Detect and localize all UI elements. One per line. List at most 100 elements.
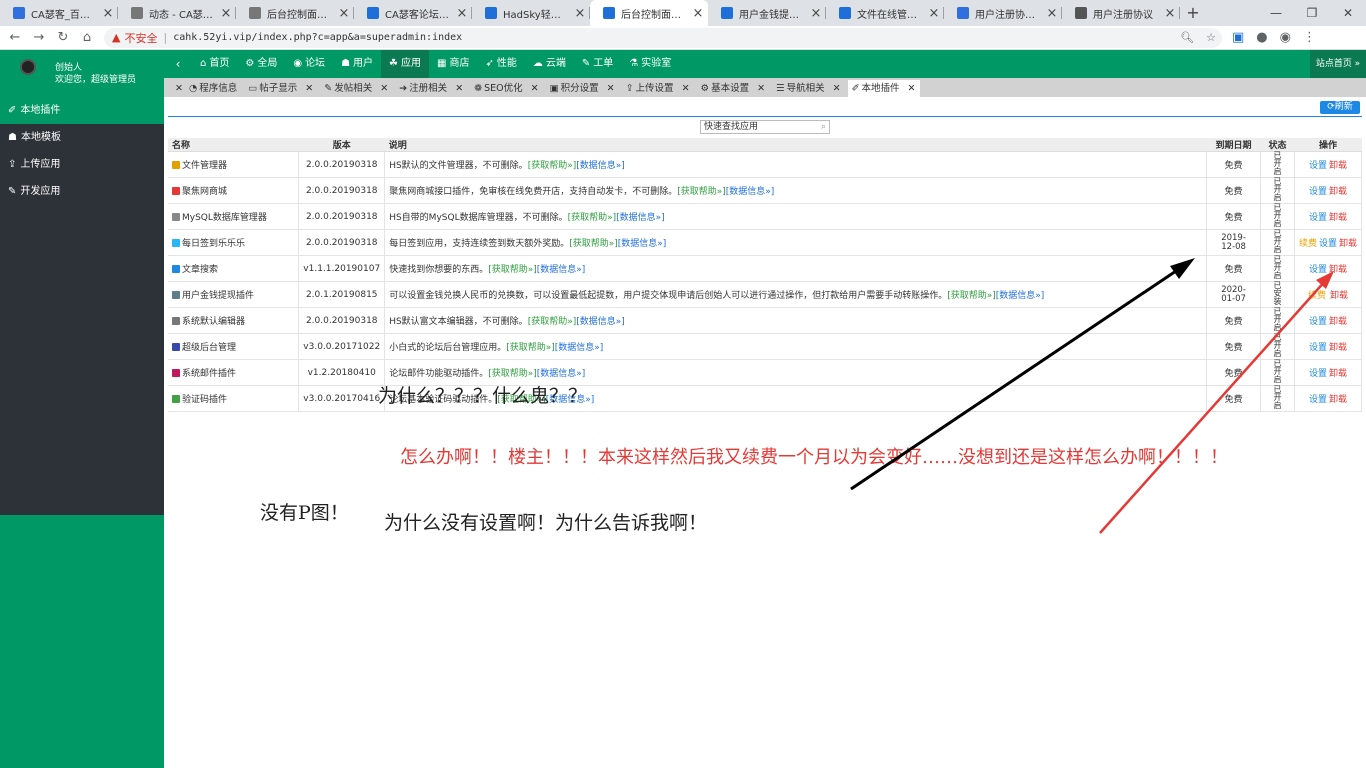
sub-tab-close-icon[interactable]: ✕ <box>682 83 690 94</box>
info-link[interactable]: [数据信息»] <box>616 213 665 223</box>
sub-tab[interactable]: ⚙ 基本设置 ✕ <box>697 80 770 97</box>
back-icon[interactable]: ← <box>6 30 24 45</box>
new-tab-button[interactable]: + <box>1180 0 1206 26</box>
info-link[interactable]: [数据信息»] <box>726 187 775 197</box>
tab-close-icon[interactable]: × <box>570 6 590 21</box>
uninstall-link[interactable]: 卸载 <box>1329 187 1347 197</box>
sub-tab-close-icon[interactable]: ✕ <box>380 83 388 94</box>
forward-icon[interactable]: → <box>30 30 48 45</box>
extension-icon[interactable]: ● <box>1256 30 1267 45</box>
uninstall-link[interactable]: 卸载 <box>1339 239 1357 249</box>
menu-icon[interactable]: ⋮ <box>1303 30 1316 45</box>
sub-tab[interactable]: ❁ SEO优化 ✕ <box>470 80 542 97</box>
search-icon[interactable]: ⌕ <box>821 121 826 133</box>
tab-close-icon[interactable]: × <box>806 6 826 21</box>
browser-tab[interactable]: 文件在线管理器 -× <box>826 0 944 26</box>
uninstall-link[interactable]: 卸载 <box>1329 213 1347 223</box>
top-nav-item[interactable]: ⌂ 首页 <box>192 50 237 78</box>
sub-tab-close-icon[interactable]: ✕ <box>305 83 313 94</box>
sidebar-item[interactable]: ✐ 本地插件 <box>0 97 164 124</box>
browser-tab[interactable]: 动态 - CA瑟客 - P× <box>118 0 236 26</box>
settings-link[interactable]: 设置 <box>1309 317 1327 327</box>
info-link[interactable]: [数据信息»] <box>618 239 667 249</box>
sub-tab-close-icon[interactable]: ✕ <box>455 83 463 94</box>
uninstall-link[interactable]: 卸载 <box>1329 161 1347 171</box>
help-link[interactable]: [获取帮助»] <box>947 291 996 301</box>
browser-tab[interactable]: 后台控制面板 - Po× <box>590 0 708 26</box>
top-nav-item[interactable]: ☗ 用户 <box>333 50 381 78</box>
top-nav-item[interactable]: ⚗ 实验室 <box>621 50 679 78</box>
uninstall-link[interactable]: 卸载 <box>1329 343 1347 353</box>
zoom-icon[interactable]: 🔍︎ <box>1180 31 1194 44</box>
top-nav-item[interactable]: ☘ 应用 <box>381 50 429 78</box>
tab-close-icon[interactable]: × <box>1042 6 1062 21</box>
tab-close-icon[interactable]: × <box>1160 6 1180 21</box>
help-link[interactable]: [获取帮助»] <box>569 239 618 249</box>
tab-close-icon[interactable]: × <box>334 6 354 21</box>
url-text[interactable]: cahk.52yi.vip/index.php?c=app&a=superadm… <box>173 32 462 43</box>
sidebar-item[interactable]: ✎ 开发应用 <box>0 178 164 205</box>
help-link[interactable]: [获取帮助»] <box>506 343 555 353</box>
browser-tab[interactable]: CA瑟客_百度搜索× <box>0 0 118 26</box>
site-home-button[interactable]: 站点首页 » <box>1310 50 1366 78</box>
sub-tab[interactable]: ➔ 注册相关 ✕ <box>395 80 467 97</box>
help-link[interactable]: [获取帮助»] <box>488 369 537 379</box>
translate-extension-icon[interactable]: ▣ <box>1232 30 1244 45</box>
settings-link[interactable]: 设置 <box>1319 239 1337 249</box>
info-link[interactable]: [数据信息»] <box>555 343 604 353</box>
info-link[interactable]: [数据信息»] <box>537 265 586 275</box>
restore-icon[interactable]: ❐ <box>1294 0 1330 26</box>
bookmark-star-icon[interactable]: ☆ <box>1206 31 1216 44</box>
top-nav-item[interactable]: ⚙ 全局 <box>237 50 285 78</box>
tab-close-icon[interactable]: × <box>688 6 708 21</box>
info-link[interactable]: [数据信息»] <box>576 161 625 171</box>
sub-tab-close-icon[interactable]: ✕ <box>607 83 615 94</box>
top-nav-item[interactable]: ☁ 云端 <box>525 50 574 78</box>
top-nav-item[interactable]: ◉ 论坛 <box>285 50 333 78</box>
sub-tab[interactable]: ▣ 积分设置 ✕ <box>546 80 619 97</box>
help-link[interactable]: [获取帮助»] <box>677 187 726 197</box>
top-nav-item[interactable]: ➶ 性能 <box>477 50 524 78</box>
tab-close-icon[interactable]: × <box>98 6 118 21</box>
sidebar-item[interactable]: ☗ 本地模板 <box>0 124 164 151</box>
sub-tab[interactable]: ✐ 本地插件 ✕ <box>847 80 920 97</box>
tab-close-icon[interactable]: × <box>924 6 944 21</box>
home-icon[interactable]: ⌂ <box>78 30 96 45</box>
info-link[interactable]: [数据信息»] <box>996 291 1045 301</box>
renew-link[interactable]: 续费 <box>1308 291 1326 301</box>
avatar[interactable] <box>20 59 36 75</box>
reload-icon[interactable]: ↻ <box>54 30 72 45</box>
uninstall-link[interactable]: 卸载 <box>1329 395 1347 405</box>
settings-link[interactable]: 设置 <box>1309 369 1327 379</box>
renew-link[interactable]: 续费 <box>1299 239 1317 249</box>
profile-icon[interactable]: ◉ <box>1280 30 1291 45</box>
minimize-icon[interactable]: — <box>1258 0 1294 26</box>
browser-tab[interactable]: HadSky轻论坛官方网× <box>472 0 590 26</box>
sidebar-item[interactable]: ⇪ 上传应用 <box>0 151 164 178</box>
settings-link[interactable]: 设置 <box>1309 213 1327 223</box>
info-link[interactable]: [数据信息»] <box>576 317 625 327</box>
top-nav-item[interactable]: ✎ 工单 <box>574 50 621 78</box>
not-secure-label[interactable]: 不安全 <box>124 30 157 46</box>
uninstall-link[interactable]: 卸载 <box>1329 265 1347 275</box>
help-link[interactable]: [获取帮助»] <box>528 161 577 171</box>
info-link[interactable]: [数据信息»] <box>537 369 586 379</box>
sub-tab[interactable]: ✎ 发帖相关 ✕ <box>320 80 392 97</box>
tab-close-icon[interactable]: × <box>216 6 236 21</box>
uninstall-link[interactable]: 卸载 <box>1330 291 1348 301</box>
sub-tab-close-icon[interactable]: ✕ <box>908 83 916 94</box>
settings-link[interactable]: 设置 <box>1309 395 1327 405</box>
help-link[interactable]: [获取帮助»] <box>488 265 537 275</box>
sub-tab-close-icon[interactable]: ✕ <box>175 83 183 94</box>
browser-tab[interactable]: 用户金钱提现插件× <box>708 0 826 26</box>
help-link[interactable]: [获取帮助»] <box>528 317 577 327</box>
tab-close-icon[interactable]: × <box>452 6 472 21</box>
sub-tab-close-icon[interactable]: ✕ <box>531 83 539 94</box>
top-nav-item[interactable]: ▦ 商店 <box>429 50 477 78</box>
sub-tab-close-icon[interactable]: ✕ <box>833 83 841 94</box>
sub-tab-close-icon[interactable]: ✕ <box>757 83 765 94</box>
quick-search-input[interactable]: 快速查找应用 ⌕ <box>700 120 830 134</box>
collapse-sidebar-icon[interactable]: ‹ <box>164 50 192 78</box>
help-link[interactable]: [获取帮助»] <box>568 213 617 223</box>
browser-tab[interactable]: CA瑟客论坛 - CA瑟× <box>354 0 472 26</box>
